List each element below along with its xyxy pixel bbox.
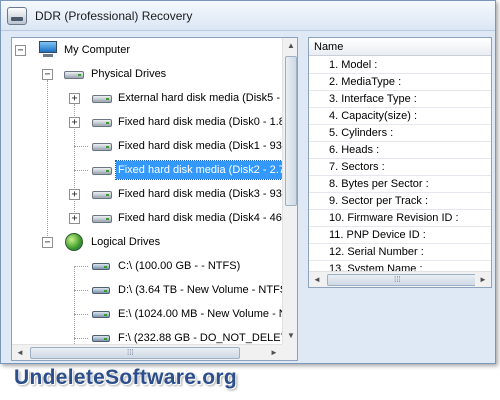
tree-label-volume[interactable]: E:\ (1024.00 MB - New Volume - N (116, 305, 289, 323)
property-row[interactable]: 2. MediaType : (309, 74, 491, 91)
scroll-down-icon[interactable]: ▼ (283, 328, 297, 344)
computer-icon (37, 41, 59, 59)
property-row[interactable]: 7. Sectors : (309, 159, 491, 176)
scroll-right-icon[interactable]: ► (266, 345, 282, 360)
tree-label-disk[interactable]: Fixed hard disk media (Disk3 - 931 (116, 185, 290, 203)
volume-drive-icon (92, 333, 112, 343)
property-row[interactable]: 3. Interface Type : (309, 91, 491, 108)
tree-node-volume[interactable]: E:\ (1024.00 MB - New Volume - N (12, 304, 287, 324)
tree-label-physical-drives[interactable]: Physical Drives (89, 65, 168, 83)
scroll-thumb[interactable]: ⁞⁞⁞ (327, 274, 477, 286)
tree-node-logical-drives[interactable]: − Logical Drives (12, 232, 282, 252)
properties-pane: Name 1. Model : 2. MediaType : 3. Interf… (308, 37, 492, 288)
volume-drive-icon (92, 309, 112, 319)
hard-drive-icon (92, 188, 114, 200)
tree-node-volume[interactable]: C:\ (100.00 GB - - NTFS) (12, 256, 282, 276)
hard-drive-icon (92, 92, 114, 104)
collapse-icon[interactable]: − (42, 237, 53, 248)
scroll-left-icon[interactable]: ◄ (309, 272, 325, 287)
column-header-name[interactable]: Name (309, 38, 491, 56)
tree-node-disk[interactable]: + External hard disk media (Disk5 - 2 (12, 88, 289, 108)
tree-horizontal-scrollbar[interactable]: ◄ ⁞⁞⁞ ► (12, 344, 282, 360)
scroll-right-icon[interactable]: ► (475, 272, 491, 287)
hard-drive-icon (92, 116, 114, 128)
property-row[interactable]: 5. Cylinders : (309, 125, 491, 142)
window-title: DDR (Professional) Recovery (35, 9, 193, 23)
collapse-icon[interactable]: − (42, 69, 53, 80)
hard-drive-icon (92, 140, 114, 152)
tree-node-disk[interactable]: + Fixed hard disk media (Disk4 - 465 (12, 208, 288, 228)
tree-node-my-computer[interactable]: − My Computer (12, 40, 282, 60)
tree-label-logical-drives[interactable]: Logical Drives (89, 233, 162, 251)
expand-icon[interactable]: + (69, 189, 80, 200)
tree-label-disk[interactable]: External hard disk media (Disk5 - 2 (116, 89, 291, 107)
volume-drive-icon (92, 261, 112, 271)
scroll-thumb[interactable]: ⁞⁞⁞ (30, 347, 240, 359)
app-icon (7, 7, 27, 25)
scroll-thumb[interactable] (285, 56, 297, 206)
tree-node-physical-drives[interactable]: − Physical Drives (12, 64, 282, 84)
tree-node-disk[interactable]: + Fixed hard disk media (Disk0 - 1.8 (12, 112, 285, 132)
scroll-corner (282, 344, 297, 360)
brand-watermark: UndeleteSoftware.org (14, 366, 238, 389)
tree-label-disk[interactable]: Fixed hard disk media (Disk2 - 2.7 (115, 160, 283, 180)
hard-drive-icon (64, 68, 86, 80)
tree-label-my-computer[interactable]: My Computer (62, 41, 132, 59)
tree-node-disk[interactable]: Fixed hard disk media (Disk1 - 931 (12, 136, 288, 156)
app-window: DDR (Professional) Recovery − My Compute… (0, 0, 496, 364)
grip-icon: ⁞⁞⁞ (394, 275, 401, 284)
tree-node-disk[interactable]: + Fixed hard disk media (Disk3 - 931 (12, 184, 288, 204)
volume-drive-icon (92, 285, 112, 295)
globe-icon (65, 233, 83, 251)
hard-drive-icon (92, 212, 114, 224)
property-row[interactable]: 11. PNP Device ID : (309, 227, 491, 244)
tree-label-disk[interactable]: Fixed hard disk media (Disk4 - 465 (116, 209, 290, 227)
expand-icon[interactable]: + (69, 213, 80, 224)
drive-tree-pane: − My Computer − Physical Drives + Extern… (11, 37, 298, 361)
expand-icon[interactable]: + (69, 93, 80, 104)
tree-label-disk[interactable]: Fixed hard disk media (Disk1 - 931 (116, 137, 290, 155)
title-bar[interactable]: DDR (Professional) Recovery (1, 1, 495, 31)
hard-drive-icon (92, 164, 114, 176)
tree-node-disk-selected[interactable]: Fixed hard disk media (Disk2 - 2.7 (12, 160, 283, 180)
properties-horizontal-scrollbar[interactable]: ◄ ⁞⁞⁞ ► (309, 271, 491, 287)
collapse-icon[interactable]: − (15, 45, 26, 56)
scroll-up-icon[interactable]: ▲ (283, 38, 297, 54)
scroll-left-icon[interactable]: ◄ (12, 345, 28, 360)
expand-icon[interactable]: + (69, 117, 80, 128)
grip-icon: ⁞⁞⁞ (127, 348, 134, 357)
property-row[interactable]: 9. Sector per Track : (309, 193, 491, 210)
property-row[interactable]: 6. Heads : (309, 142, 491, 159)
property-row[interactable]: 12. Serial Number : (309, 244, 491, 261)
tree-node-volume[interactable]: D:\ (3.64 TB - New Volume - NTFS (12, 280, 287, 300)
tree-label-disk[interactable]: Fixed hard disk media (Disk0 - 1.8 (116, 113, 287, 131)
tree-vertical-scrollbar[interactable]: ▲ ▼ (282, 38, 297, 344)
tree-label-volume[interactable]: D:\ (3.64 TB - New Volume - NTFS (116, 281, 289, 299)
property-row[interactable]: 4. Capacity(size) : (309, 108, 491, 125)
property-row[interactable]: 8. Bytes per Sector : (309, 176, 491, 193)
property-row[interactable]: 1. Model : (309, 57, 491, 74)
property-row[interactable]: 10. Firmware Revision ID : (309, 210, 491, 227)
tree-label-volume[interactable]: C:\ (100.00 GB - - NTFS) (116, 257, 242, 275)
